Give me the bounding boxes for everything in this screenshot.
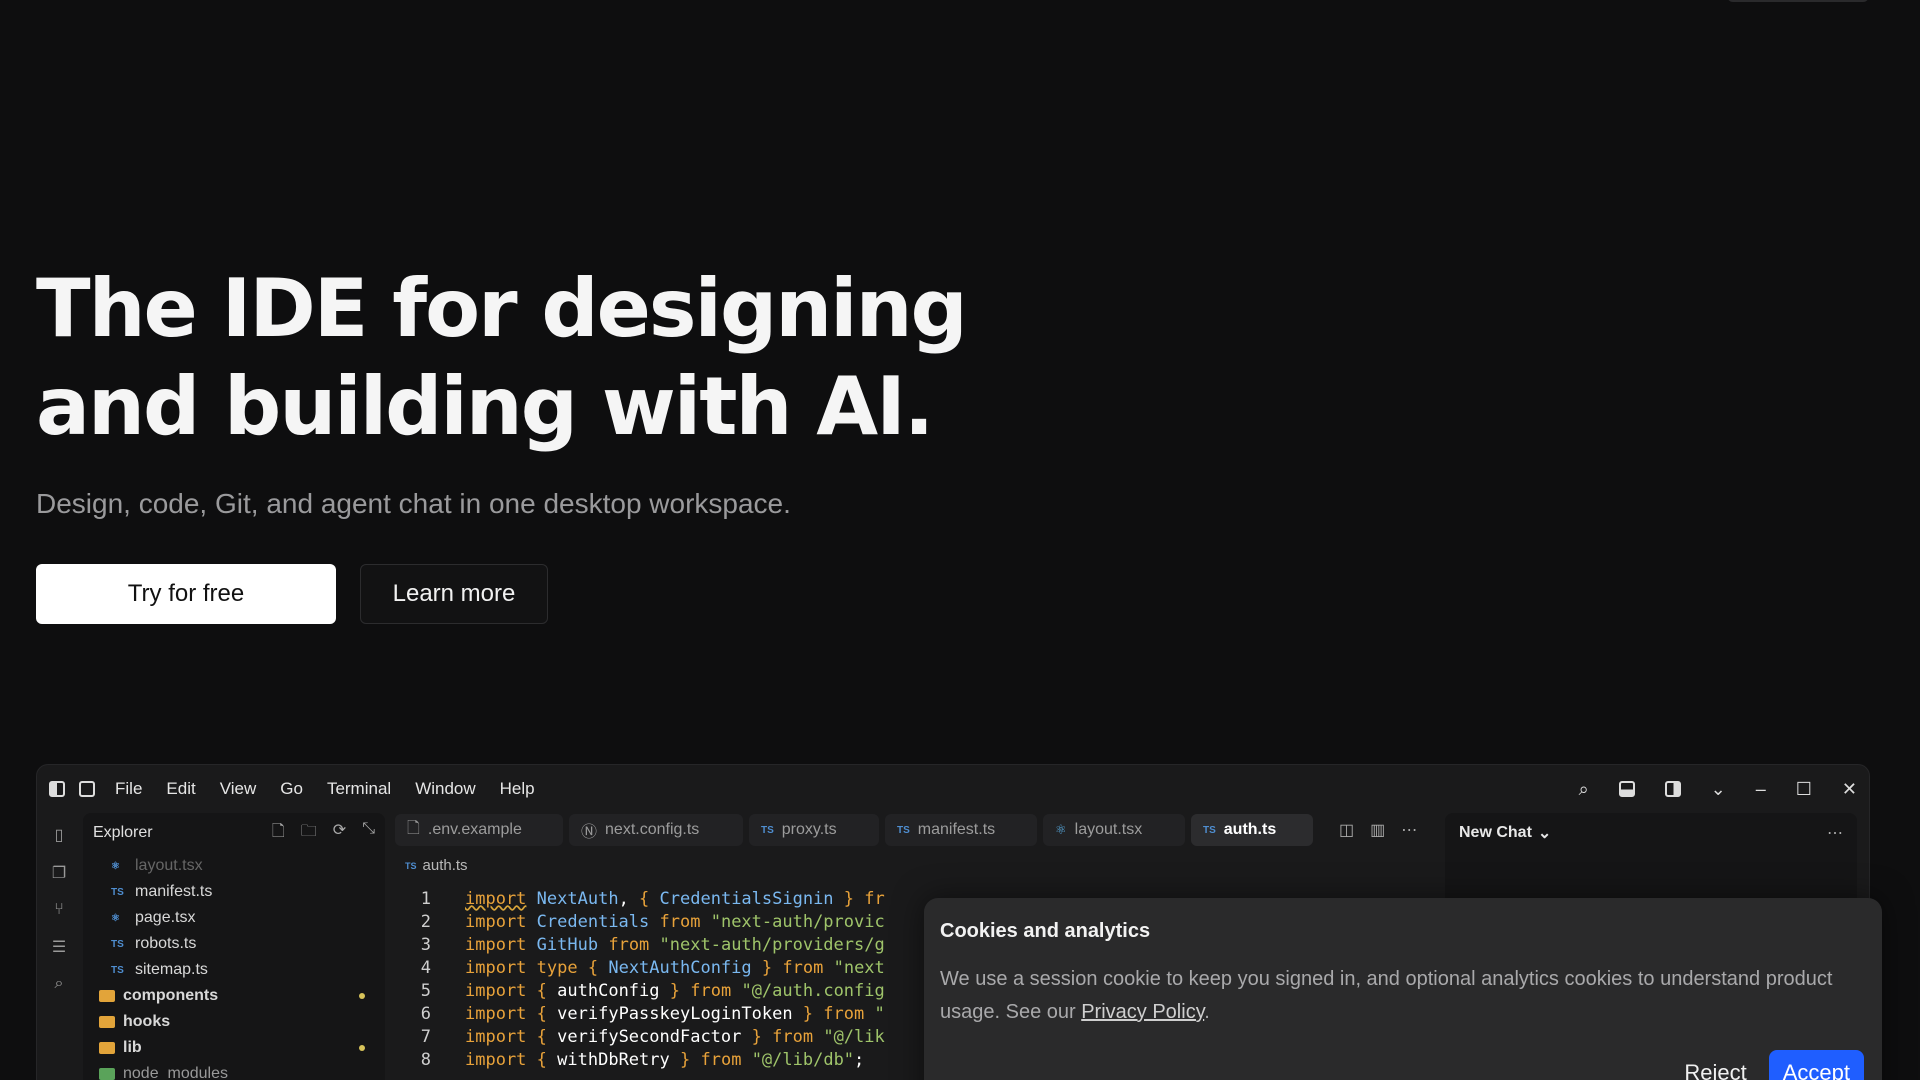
menu-edit[interactable]: Edit [166,779,195,799]
hero-title: The IDE for designing and building with … [36,260,968,456]
file-tree: ⚛ layout.tsx TS manifest.ts ⚛ page.tsx TS ro… [83,853,385,1080]
new-chat-dropdown[interactable]: New Chat [1459,824,1532,842]
explorer-panel: Explorer 🗋 🗀 ⟳ ⤡ ⚛ layout.tsx TS manifest.… [83,813,385,1080]
tree-item-page[interactable]: ⚛ page.tsx [83,905,385,931]
react-icon: ⚛ [111,912,120,924]
next-icon: Ⓝ [581,824,598,841]
app-logo-icon [49,781,65,797]
folder-icon [99,990,115,1002]
chevron-down-icon[interactable]: ⌄ [1711,779,1726,800]
tree-folder-hooks[interactable]: hooks [83,1009,385,1035]
ide-titlebar: File Edit View Go Terminal Window Help ⌕… [37,765,1869,813]
menu-window[interactable]: Window [415,779,475,799]
folder-icon [99,1016,115,1028]
ts-file-icon: TS [111,886,124,898]
window-controls: ⌕ ⌄ – ☐ ✕ [1579,779,1857,800]
menu-view[interactable]: View [220,779,257,799]
chevron-down-icon[interactable]: ⌄ [1538,823,1551,843]
panel-right-icon[interactable] [1664,781,1681,797]
tab-manifest[interactable]: TS manifest.ts [885,814,1037,846]
ts-file-icon: TS [897,824,910,836]
hero: The IDE for designing and building with … [36,260,968,624]
sidebar-toggle-icon[interactable] [79,781,95,797]
menu-help[interactable]: Help [500,779,535,799]
tree-item-layout[interactable]: ⚛ layout.tsx [83,853,385,879]
accept-button[interactable]: Accept [1768,1050,1864,1080]
layout-icon[interactable]: ▥ [1370,820,1385,840]
hero-subtitle: Design, code, Git, and agent chat in one… [36,488,791,519]
folder-icon [99,1042,115,1054]
panel-bottom-icon[interactable] [1618,781,1635,797]
tree-folder-lib[interactable]: lib [83,1035,385,1061]
maximize-icon[interactable]: ☐ [1796,779,1812,800]
ts-file-icon: TS [1203,824,1216,836]
ts-file-icon: TS [405,860,417,871]
cookie-actions: Reject Accept [1684,1050,1864,1080]
react-icon: ⚛ [111,860,120,872]
try-for-free-button[interactable]: Try for free [36,564,336,624]
more-icon[interactable]: ⋯ [1827,823,1843,843]
copy-icon[interactable]: ❐ [52,863,66,883]
top-nav-button[interactable] [1727,0,1869,2]
new-folder-icon[interactable]: 🗀 [301,820,317,847]
explorer-title: Explorer [93,824,153,841]
editor-tabs: 🗋 .env.example Ⓝnext.config.ts TS proxy.ts… [395,813,1429,847]
react-icon: ⚛ [1055,822,1067,837]
folder-icon [99,1068,115,1080]
tab-env-example[interactable]: 🗋 .env.example [395,814,563,846]
breadcrumb: TS auth.ts [405,857,468,874]
ide-menu-bar: File Edit View Go Terminal Window Help [115,779,535,799]
new-file-icon[interactable]: 🗋 [272,820,285,847]
menu-file[interactable]: File [115,779,142,799]
tab-layout[interactable]: ⚛ layout.tsx [1043,814,1185,846]
cookie-banner: Cookies and analytics We use a session c… [924,898,1882,1080]
collapse-icon[interactable]: ⤡ [362,820,375,847]
modified-dot [359,1045,365,1051]
tree-folder-node-modules[interactable]: node_modules [83,1061,385,1080]
search-icon[interactable]: ⌕ [55,975,64,993]
cookie-body: We use a session cookie to keep you sign… [940,968,1833,1023]
search-icon[interactable]: ⌕ [1579,779,1589,800]
menu-go[interactable]: Go [280,779,303,799]
tree-item-manifest[interactable]: TS manifest.ts [83,879,385,905]
menu-terminal[interactable]: Terminal [327,779,391,799]
hero-title-line-1: The IDE for designing [36,262,968,355]
hero-title-line-2: and building with AI. [36,360,934,453]
cookie-title: Cookies and analytics [940,920,1151,942]
ts-file-icon: TS [761,824,774,836]
close-icon[interactable]: ✕ [1842,779,1857,800]
explorer-header: Explorer 🗋 🗀 ⟳ ⤡ [83,813,385,853]
activity-bar: ▯ ❐ ⑂ ☰ ⌕ [37,813,81,1080]
tab-auth[interactable]: TS auth.ts [1191,814,1313,846]
modified-dot [359,993,365,999]
tree-item-robots[interactable]: TS robots.ts [83,931,385,957]
ts-file-icon: TS [111,938,124,950]
git-icon[interactable]: ⑂ [54,901,64,919]
tree-folder-components[interactable]: components [83,983,385,1009]
more-icon[interactable]: ⋯ [1401,820,1417,840]
tab-proxy[interactable]: TS proxy.ts [749,814,879,846]
tab-next-config[interactable]: Ⓝnext.config.ts [569,814,743,846]
reject-button[interactable]: Reject [1684,1060,1746,1080]
ts-file-icon: TS [111,964,124,976]
minimize-icon[interactable]: – [1756,779,1766,800]
privacy-policy-link[interactable]: Privacy Policy [1081,1001,1204,1023]
chat-header: New Chat ⌄ ⋯ [1445,813,1857,853]
file-icon: 🗋 [407,819,420,837]
tree-item-sitemap[interactable]: TS sitemap.ts [83,957,385,983]
refresh-icon[interactable]: ⟳ [333,820,346,847]
hero-cta-group: Try for free Learn more [36,564,966,624]
learn-more-button[interactable]: Learn more [360,564,548,624]
files-icon[interactable]: ▯ [55,825,64,845]
split-editor-icon[interactable]: ◫ [1339,820,1354,840]
outline-icon[interactable]: ☰ [52,937,66,957]
